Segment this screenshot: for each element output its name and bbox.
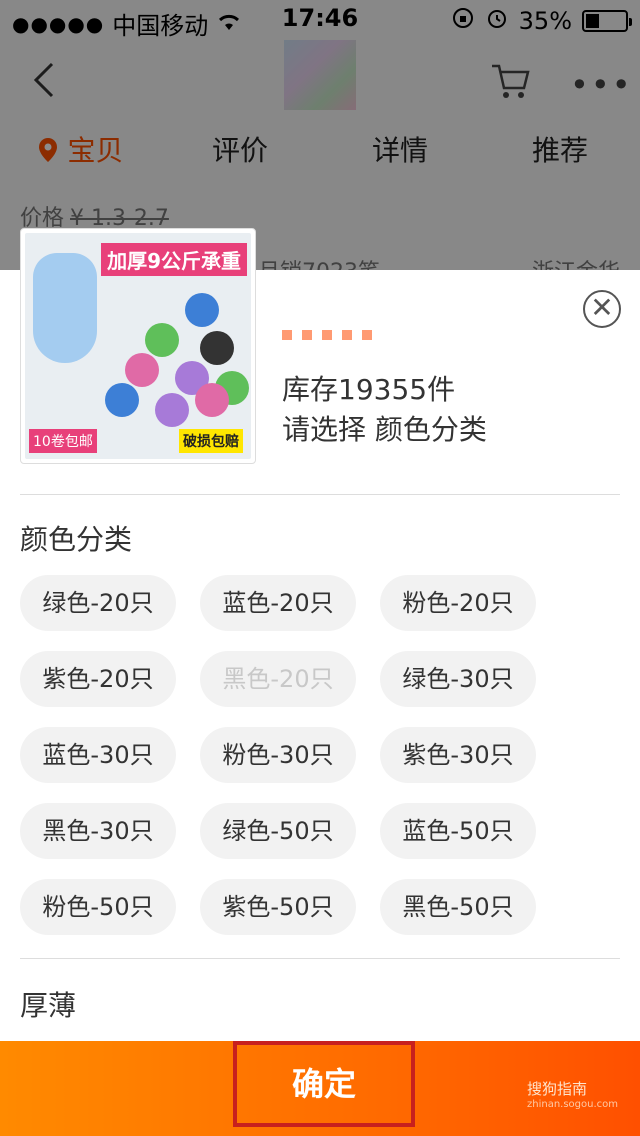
blurred-pixel xyxy=(282,330,292,340)
select-hint: 请选择 颜色分类 xyxy=(282,413,487,446)
blurred-pixel xyxy=(342,330,352,340)
color-option[interactable]: 黑色-50只 xyxy=(380,879,536,935)
color-option[interactable]: 蓝色-20只 xyxy=(200,575,356,631)
confirm-button[interactable]: 确定 xyxy=(233,1041,415,1127)
color-option[interactable]: 紫色-20只 xyxy=(20,651,176,707)
sku-product-image[interactable]: 加厚9公斤承重 10卷包邮 破损包赔 xyxy=(20,228,256,464)
close-icon: ✕ xyxy=(590,291,614,324)
color-option[interactable]: 黑色-30只 xyxy=(20,803,176,859)
color-option[interactable]: 粉色-30只 xyxy=(200,727,356,783)
watermark: 搜狗指南 zhinan.sogou.com xyxy=(527,1081,618,1113)
roll-graphic xyxy=(145,323,179,357)
color-option[interactable]: 绿色-50只 xyxy=(200,803,356,859)
roll-graphic xyxy=(195,383,229,417)
watermark-title: 搜狗指南 xyxy=(526,1080,587,1098)
blurred-pixel xyxy=(322,330,332,340)
divider xyxy=(20,494,620,495)
divider xyxy=(20,958,620,959)
roll-graphic xyxy=(200,331,234,365)
promo-badge-damage: 破损包赔 xyxy=(179,429,243,453)
watermark-url: zhinan.sogou.com xyxy=(526,1099,618,1110)
color-option[interactable]: 绿色-30只 xyxy=(380,651,536,707)
stock-count: 库存19355件 xyxy=(282,373,456,406)
price-blurred xyxy=(282,330,372,340)
color-option[interactable]: 粉色-20只 xyxy=(380,575,536,631)
close-button[interactable]: ✕ xyxy=(583,290,621,328)
promo-badge-free-shipping: 10卷包邮 xyxy=(29,429,97,453)
confirm-bar: 确定 搜狗指南 zhinan.sogou.com xyxy=(0,1041,640,1136)
color-option[interactable]: 绿色-20只 xyxy=(20,575,176,631)
promo-badge-top: 加厚9公斤承重 xyxy=(101,243,247,276)
color-option: 黑色-20只 xyxy=(200,651,356,707)
blurred-pixel xyxy=(302,330,312,340)
roll-graphic xyxy=(125,353,159,387)
garbage-bag-graphic xyxy=(33,253,97,363)
color-option[interactable]: 蓝色-30只 xyxy=(20,727,176,783)
color-option[interactable]: 粉色-50只 xyxy=(20,879,176,935)
roll-graphic xyxy=(155,393,189,427)
roll-graphic xyxy=(185,293,219,327)
color-section-title: 颜色分类 xyxy=(20,523,133,556)
color-option[interactable]: 蓝色-50只 xyxy=(380,803,536,859)
color-option[interactable]: 紫色-50只 xyxy=(200,879,356,935)
roll-graphic xyxy=(105,383,139,417)
color-option[interactable]: 紫色-30只 xyxy=(380,727,536,783)
thickness-section-title: 厚薄 xyxy=(20,989,77,1022)
blurred-pixel xyxy=(362,330,372,340)
product-photo: 加厚9公斤承重 10卷包邮 破损包赔 xyxy=(25,233,251,459)
